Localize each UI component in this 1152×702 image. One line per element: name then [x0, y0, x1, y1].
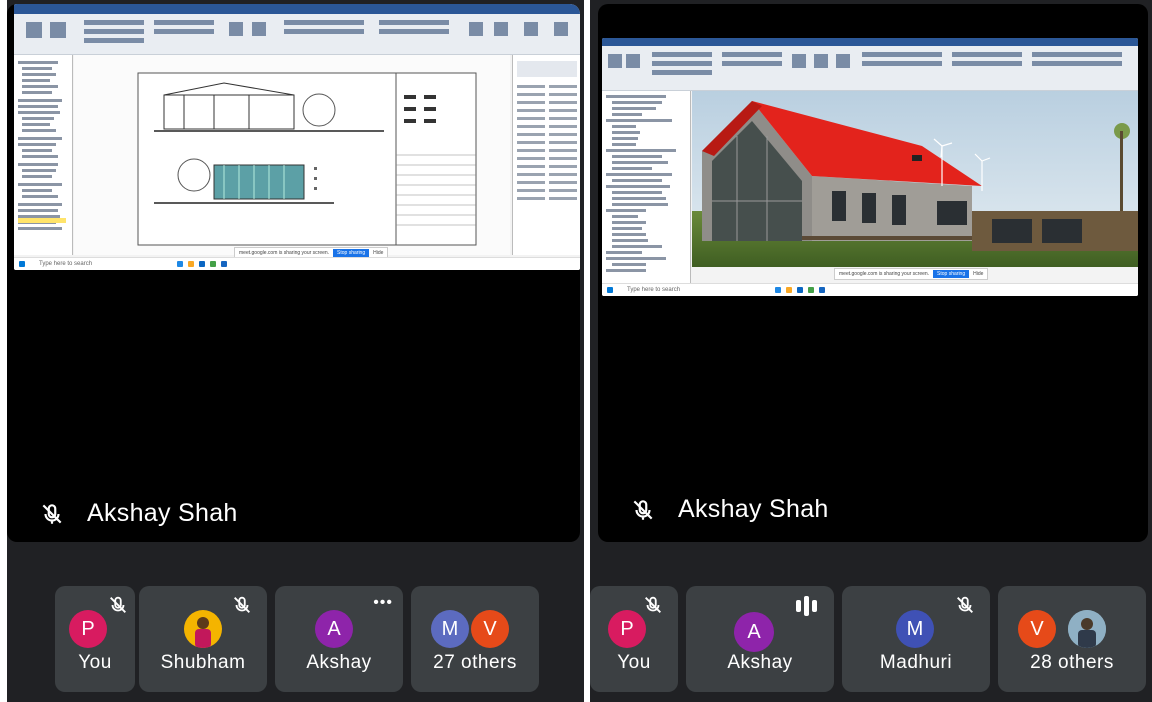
shared-screen[interactable]: meet.google.com is sharing your screen. … — [602, 38, 1138, 296]
windows-taskbar: Type here to search — [14, 257, 580, 270]
revit-icon[interactable] — [819, 287, 826, 293]
mic-off-icon — [645, 596, 661, 613]
hide-button[interactable]: Hide — [373, 250, 383, 256]
more-options-icon[interactable]: ••• — [373, 594, 393, 612]
avatar: P — [608, 610, 646, 648]
revit-ribbon — [602, 46, 1138, 91]
house-render — [692, 91, 1138, 267]
participant-tile-others[interactable]: M V 27 others — [411, 586, 539, 692]
share-notice: meet.google.com is sharing your screen. … — [834, 268, 989, 280]
presenter-name: Akshay Shah — [678, 495, 829, 523]
revit-title-bar — [602, 38, 1138, 46]
participant-tile-akshay[interactable]: A Akshay — [686, 586, 834, 692]
shared-screen[interactable]: meet.google.com is sharing your screen. … — [14, 4, 580, 270]
mic-off-icon — [110, 596, 126, 613]
participant-name: 28 others — [1030, 652, 1114, 673]
participant-strip: P You Shubham ••• A Akshay M V 27 others — [7, 586, 584, 692]
project-browser[interactable] — [14, 55, 73, 255]
participant-name: You — [78, 652, 112, 673]
participant-tile-shubham[interactable]: Shubham — [139, 586, 267, 692]
edge-icon[interactable] — [775, 287, 782, 293]
participant-strip: P You A Akshay M Madhuri V 28 others — [590, 586, 1152, 692]
participant-name: Shubham — [160, 652, 246, 673]
project-browser[interactable] — [602, 91, 691, 284]
properties-rows — [517, 61, 577, 200]
hide-button[interactable]: Hide — [973, 271, 983, 277]
participant-tile-you[interactable]: P You — [55, 586, 135, 692]
participant-tile-others[interactable]: V 28 others — [998, 586, 1146, 692]
edge-icon[interactable] — [177, 261, 184, 267]
person-photo-icon — [1068, 610, 1106, 648]
share-notice-text: meet.google.com is sharing your screen. — [839, 271, 930, 277]
avatar: A — [734, 612, 774, 652]
avatar-photo — [1068, 610, 1106, 648]
chrome-icon[interactable] — [210, 261, 217, 267]
participant-tile-you[interactable]: P You — [590, 586, 678, 692]
speaking-indicator-icon — [796, 596, 817, 616]
avatar: V — [1018, 610, 1056, 648]
right-meet-window: meet.google.com is sharing your screen. … — [590, 0, 1152, 702]
ribbon-icons — [608, 52, 1122, 75]
stop-sharing-button[interactable]: Stop sharing — [333, 249, 370, 257]
participant-name: Akshay — [727, 652, 793, 673]
participant-name: You — [617, 652, 651, 673]
participant-tile-akshay[interactable]: ••• A Akshay — [275, 586, 403, 692]
presenter-name: Akshay Shah — [87, 499, 238, 527]
presenter-tile[interactable]: meet.google.com is sharing your screen. … — [7, 4, 580, 542]
mic-off-icon — [633, 499, 653, 520]
revit-title-bar — [14, 4, 580, 14]
mic-off-icon — [42, 503, 62, 524]
participant-name: Madhuri — [879, 652, 953, 673]
participant-tile-madhuri[interactable]: M Madhuri — [842, 586, 990, 692]
avatar: M — [896, 610, 934, 648]
avatar: V — [471, 610, 509, 648]
windows-start-icon[interactable] — [19, 261, 25, 267]
browser-tree — [606, 95, 676, 272]
avatar: P — [69, 610, 107, 648]
revit-icon[interactable] — [221, 261, 228, 267]
store-icon[interactable] — [797, 287, 804, 293]
presenter-label: Akshay Shah — [598, 495, 829, 524]
properties-panel[interactable] — [512, 55, 580, 255]
presenter-tile[interactable]: meet.google.com is sharing your screen. … — [598, 4, 1148, 542]
windows-start-icon[interactable] — [607, 287, 613, 293]
taskbar-search[interactable]: Type here to search — [627, 287, 680, 293]
participant-name: 27 others — [433, 652, 517, 673]
drawing-area[interactable] — [74, 55, 510, 255]
participant-name: Akshay — [306, 652, 372, 673]
windows-taskbar: Type here to search — [602, 283, 1138, 296]
store-icon[interactable] — [199, 261, 206, 267]
taskbar-search[interactable]: Type here to search — [39, 261, 92, 267]
3d-render-view[interactable] — [692, 91, 1138, 267]
avatar-photo — [184, 610, 222, 648]
browser-tree — [18, 61, 66, 230]
person-photo-icon — [195, 617, 211, 648]
stop-sharing-button[interactable]: Stop sharing — [933, 270, 970, 278]
left-meet-window: meet.google.com is sharing your screen. … — [7, 0, 584, 702]
ribbon-icons — [26, 20, 568, 43]
chrome-icon[interactable] — [808, 287, 815, 293]
folder-icon[interactable] — [786, 287, 793, 293]
revit-ribbon — [14, 14, 580, 55]
folder-icon[interactable] — [188, 261, 195, 267]
mic-off-icon — [957, 596, 973, 613]
drawing-sheet — [137, 72, 477, 246]
presenter-label: Akshay Shah — [7, 499, 238, 528]
avatar: M — [431, 610, 469, 648]
avatar: A — [315, 610, 353, 648]
share-notice-text: meet.google.com is sharing your screen. — [239, 250, 330, 256]
mic-off-icon — [234, 596, 250, 613]
